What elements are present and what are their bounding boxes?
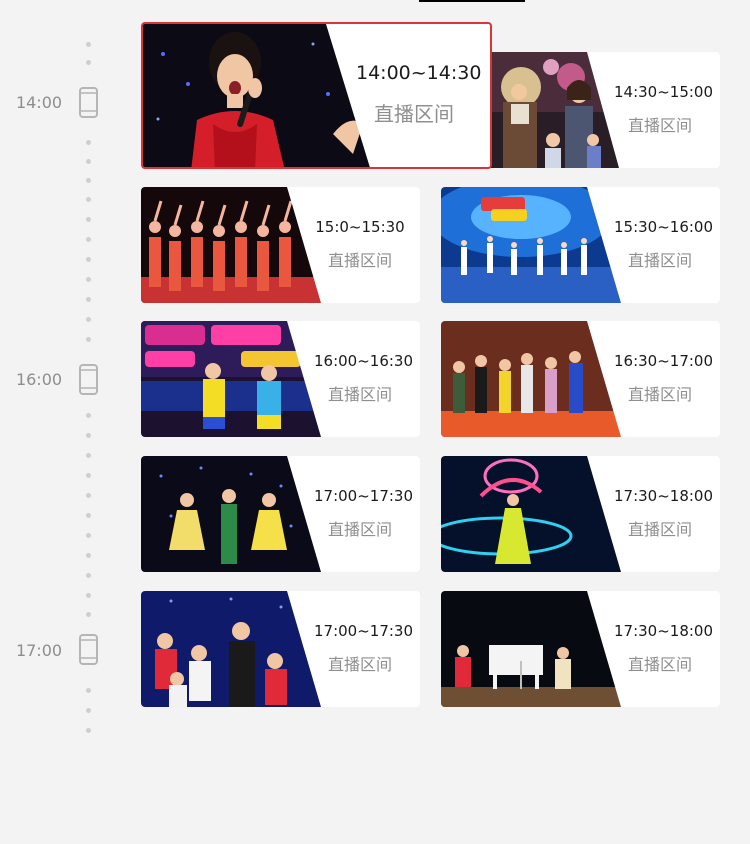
timeline-dot [86, 197, 91, 202]
time-range: 14:00~14:30 [356, 62, 482, 84]
thumbnail-image [441, 456, 623, 572]
timeline-dot [86, 573, 91, 578]
time-range: 17:00~17:30 [314, 487, 414, 505]
timeline-dot [86, 708, 91, 713]
timeline-dot [86, 237, 91, 242]
timeline-dot [86, 42, 91, 47]
schedule-card-1730[interactable]: 17:30~18:00 直播区间 [441, 456, 720, 572]
time-range: 15:0~15:30 [315, 218, 405, 236]
timeline-dot [86, 493, 91, 498]
time-range: 16:30~17:00 [614, 352, 714, 370]
thumbnail-image [441, 591, 623, 707]
live-status-label: 直播区间 [327, 385, 392, 404]
thumbnail-image [441, 321, 623, 437]
live-status-label: 直播区间 [627, 251, 692, 270]
schedule-card-1530[interactable]: 15:30~16:00 直播区间 [441, 187, 720, 303]
timeline-dot [86, 433, 91, 438]
timeline-dot [86, 140, 91, 145]
thumbnail-image [143, 24, 373, 167]
time-range: 16:00~16:30 [314, 352, 414, 370]
timeline-dot [86, 728, 91, 733]
timeline-time-label: 16:00 [15, 370, 63, 389]
time-range: 14:30~15:00 [614, 83, 714, 101]
timeline-dot [86, 513, 91, 518]
timeline-dot [86, 257, 91, 262]
timeline-dot [86, 178, 91, 183]
timeline-dot [86, 612, 91, 617]
timeline-dot [86, 593, 91, 598]
thumbnail-image [141, 591, 323, 707]
top-indicator-bar [419, 0, 525, 2]
time-range: 17:30~18:00 [614, 487, 714, 505]
schedule-card-1400-active[interactable]: 14:00~14:30 直播区间 [141, 22, 492, 169]
mobile-phone-icon [79, 87, 98, 118]
live-status-label: 直播区间 [374, 102, 454, 126]
live-status-label: 直播区间 [327, 520, 392, 539]
timeline-dot [86, 413, 91, 418]
timeline-dot [86, 317, 91, 322]
timeline-dot [86, 217, 91, 222]
timeline-dot [86, 337, 91, 342]
thumbnail-image [141, 321, 323, 437]
timeline-dot [86, 60, 91, 65]
timeline-dot [86, 533, 91, 538]
timeline-dot [86, 297, 91, 302]
schedule-page: 14:00 16:00 17:00 14:30~15:00 直播区间 14:00… [0, 0, 750, 844]
timeline-dot [86, 453, 91, 458]
schedule-card-1500[interactable]: 15:0~15:30 直播区间 [141, 187, 420, 303]
timeline-dot [86, 159, 91, 164]
schedule-card-1630[interactable]: 16:30~17:00 直播区间 [441, 321, 720, 437]
schedule-card-1730b[interactable]: 17:30~18:00 直播区间 [441, 591, 720, 707]
live-status-label: 直播区间 [327, 655, 392, 674]
schedule-card-1600[interactable]: 16:00~16:30 直播区间 [141, 321, 420, 437]
live-status-label: 直播区间 [327, 251, 392, 270]
time-range: 17:30~18:00 [614, 622, 714, 640]
schedule-card-1700b[interactable]: 17:00~17:30 直播区间 [141, 591, 420, 707]
time-range: 15:30~16:00 [614, 218, 714, 236]
mobile-phone-icon [79, 364, 98, 395]
schedule-card-1700[interactable]: 17:00~17:30 直播区间 [141, 456, 420, 572]
live-status-label: 直播区间 [627, 385, 692, 404]
thumbnail-image [441, 187, 623, 303]
timeline-dot [86, 473, 91, 478]
thumbnail-image [141, 456, 323, 572]
live-status-label: 直播区间 [627, 116, 692, 135]
mobile-phone-icon [79, 634, 98, 665]
live-status-label: 直播区间 [627, 520, 692, 539]
thumbnail-image [141, 187, 323, 303]
live-status-label: 直播区间 [627, 655, 692, 674]
timeline-time-label: 14:00 [15, 93, 63, 112]
time-range: 17:00~17:30 [314, 622, 414, 640]
timeline-dot [86, 688, 91, 693]
timeline-dot [86, 277, 91, 282]
timeline-time-label: 17:00 [15, 641, 63, 660]
timeline-dot [86, 553, 91, 558]
